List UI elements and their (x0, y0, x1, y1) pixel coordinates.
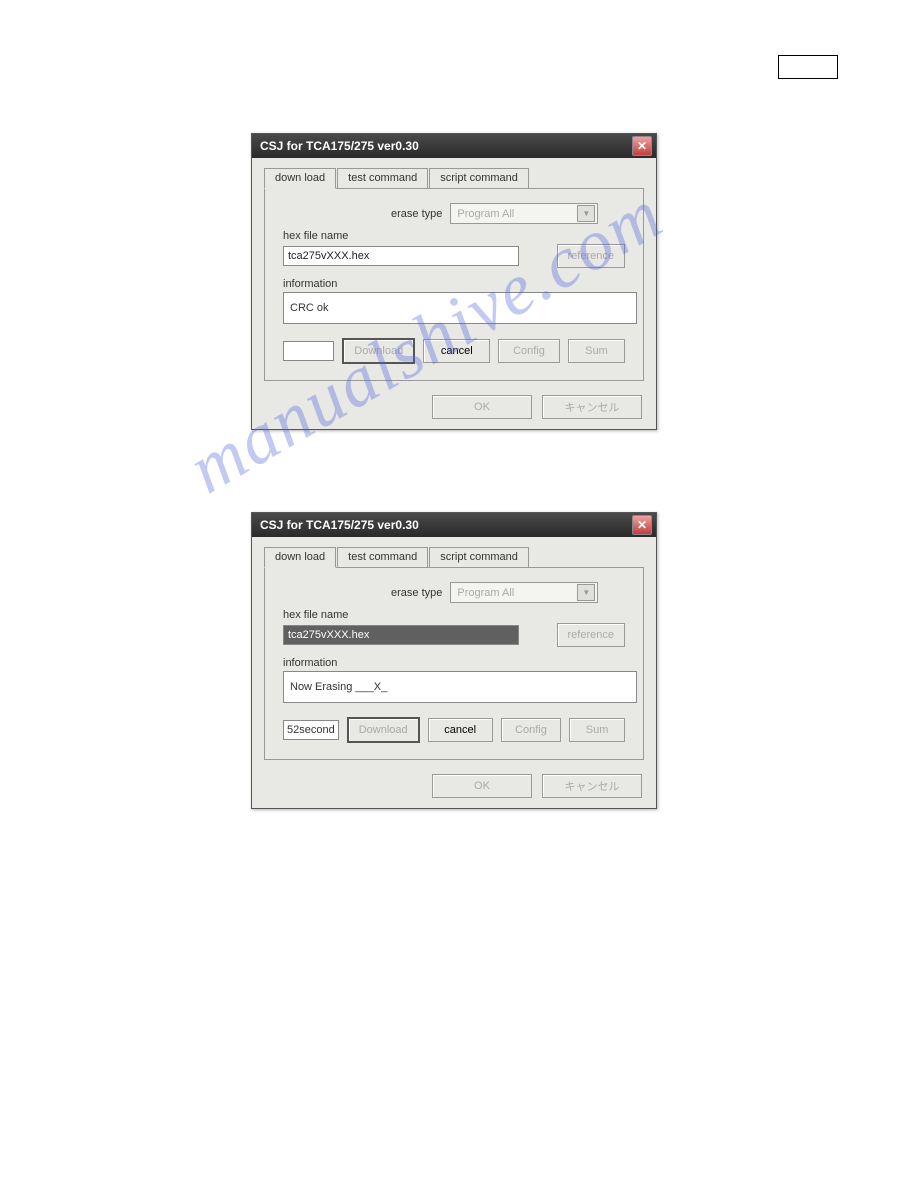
information-field: Now Erasing ___X_ (283, 671, 637, 703)
information-label: information (283, 278, 625, 290)
reference-button[interactable]: reference (557, 244, 625, 268)
titlebar[interactable]: CSJ for TCA175/275 ver0.30 ✕ (252, 134, 656, 158)
cancel-button[interactable]: cancel (428, 718, 493, 742)
tab-test-command[interactable]: test command (337, 168, 428, 188)
erase-type-combo[interactable]: Program All ▼ (450, 582, 598, 603)
hex-file-label: hex file name (283, 230, 625, 242)
ok-button[interactable]: OK (432, 395, 532, 419)
time-field (283, 341, 334, 361)
csj-dialog-2: CSJ for TCA175/275 ver0.30 ✕ down load t… (251, 512, 657, 809)
information-label: information (283, 657, 625, 669)
time-field: 52second (283, 720, 339, 740)
tab-download[interactable]: down load (264, 547, 336, 568)
chevron-down-icon[interactable]: ▼ (577, 205, 595, 222)
download-button[interactable]: Download (347, 717, 420, 743)
tab-container: down load test command script command er… (252, 158, 656, 387)
reference-button[interactable]: reference (557, 623, 625, 647)
tab-strip: down load test command script command (264, 547, 644, 568)
information-field: CRC ok (283, 292, 637, 324)
hex-file-input[interactable]: tca275vXXX.hex (283, 246, 519, 266)
cancel-button[interactable]: cancel (423, 339, 490, 363)
hex-file-label: hex file name (283, 609, 625, 621)
tab-script-command[interactable]: script command (429, 168, 529, 188)
tab-panel: erase type Program All ▼ hex file name t… (264, 568, 644, 760)
titlebar[interactable]: CSJ for TCA175/275 ver0.30 ✕ (252, 513, 656, 537)
csj-dialog-1: CSJ for TCA175/275 ver0.30 ✕ down load t… (251, 133, 657, 430)
close-icon[interactable]: ✕ (632, 136, 652, 156)
cancel-dialog-button[interactable]: キャンセル (542, 395, 642, 419)
close-icon[interactable]: ✕ (632, 515, 652, 535)
sum-button[interactable]: Sum (568, 339, 625, 363)
dialog-footer: OK キャンセル (252, 766, 656, 808)
config-button[interactable]: Config (501, 718, 561, 742)
erase-type-label: erase type (391, 587, 442, 599)
tab-download[interactable]: down load (264, 168, 336, 189)
hex-file-input[interactable]: tca275vXXX.hex (283, 625, 519, 645)
erase-type-value: Program All (457, 208, 514, 220)
chevron-down-icon[interactable]: ▼ (577, 584, 595, 601)
tab-panel: erase type Program All ▼ hex file name t… (264, 189, 644, 381)
ok-button[interactable]: OK (432, 774, 532, 798)
download-button[interactable]: Download (342, 338, 415, 364)
tab-strip: down load test command script command (264, 168, 644, 189)
sum-button[interactable]: Sum (569, 718, 625, 742)
config-button[interactable]: Config (498, 339, 560, 363)
cancel-dialog-button[interactable]: キャンセル (542, 774, 642, 798)
page-corner-box (778, 55, 838, 79)
erase-type-combo[interactable]: Program All ▼ (450, 203, 598, 224)
erase-type-value: Program All (457, 587, 514, 599)
window-title: CSJ for TCA175/275 ver0.30 (260, 518, 419, 532)
tab-test-command[interactable]: test command (337, 547, 428, 567)
window-title: CSJ for TCA175/275 ver0.30 (260, 139, 419, 153)
dialog-footer: OK キャンセル (252, 387, 656, 429)
tab-script-command[interactable]: script command (429, 547, 529, 567)
erase-type-label: erase type (391, 208, 442, 220)
tab-container: down load test command script command er… (252, 537, 656, 766)
